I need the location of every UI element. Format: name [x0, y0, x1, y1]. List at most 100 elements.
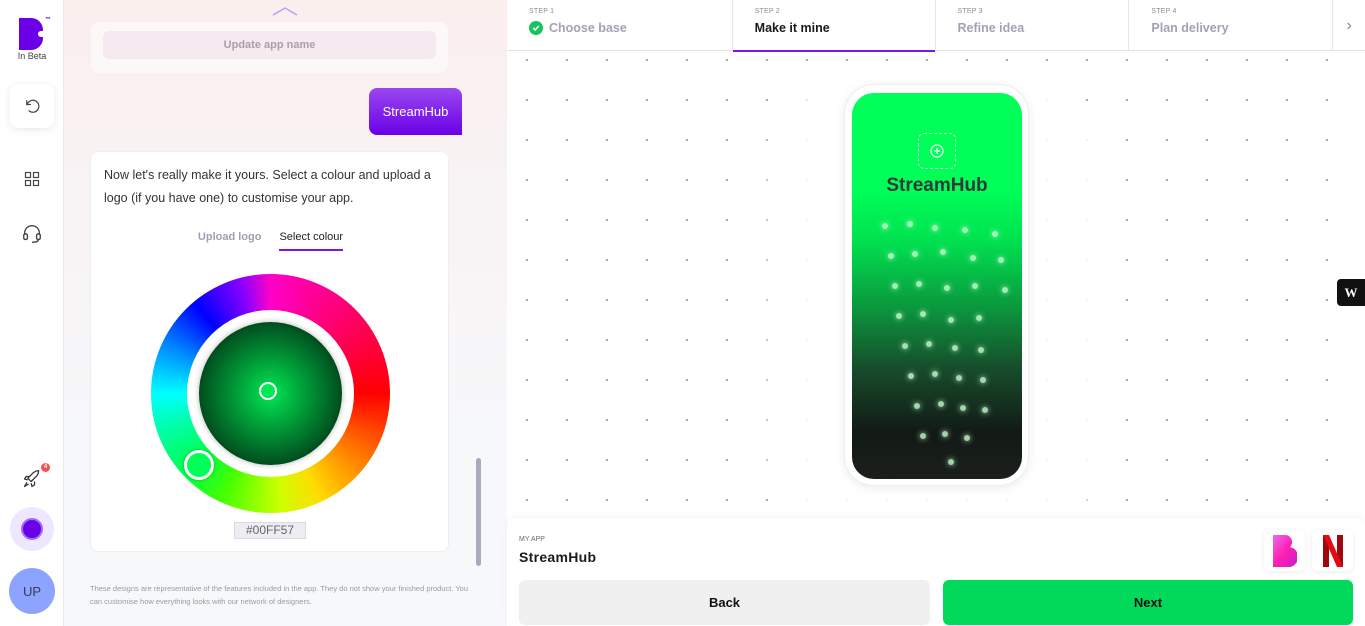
app-splash-screen: StreamHub	[852, 93, 1022, 479]
undo-icon	[26, 99, 40, 113]
user-message-bubble: StreamHub	[369, 88, 462, 135]
light-spot	[1002, 287, 1008, 293]
step-number: STEP 4	[1151, 8, 1177, 15]
tab-select-colour[interactable]: Select colour	[279, 231, 344, 251]
netflix-brand-tile	[1312, 530, 1353, 571]
hue-handle[interactable]	[184, 449, 215, 480]
light-spot	[960, 405, 966, 411]
footer-panel: MY APP StreamHub Back Next	[507, 518, 1365, 626]
user-avatar[interactable]: UP	[9, 568, 55, 614]
light-spot	[882, 223, 888, 229]
app-name-card: Update app name	[91, 22, 448, 73]
preview-canvas: StreamHub	[507, 52, 1365, 542]
step-number: STEP 1	[529, 8, 555, 15]
phone-mockup: StreamHub	[844, 84, 1029, 486]
light-spot	[902, 343, 908, 349]
light-spot	[956, 375, 962, 381]
light-spot	[962, 227, 968, 233]
light-spot	[938, 401, 944, 407]
next-button[interactable]: Next	[943, 580, 1353, 625]
background-image	[852, 213, 1022, 479]
light-spot	[892, 283, 898, 289]
light-spot	[972, 283, 978, 289]
chevron-up-icon[interactable]	[272, 6, 298, 16]
step-number: STEP 3	[957, 8, 983, 15]
step-title: Choose base	[549, 21, 627, 35]
builder-logo[interactable]: ™	[19, 17, 51, 50]
step-title: Refine idea	[957, 21, 1025, 35]
chat-panel: Update app name StreamHub Now let's real…	[64, 0, 507, 626]
light-spot	[888, 253, 894, 259]
builder-logo-icon	[19, 18, 44, 50]
hue-wheel[interactable]	[151, 274, 390, 513]
step-plan-delivery[interactable]: STEP 4 Plan delivery	[1129, 0, 1334, 51]
main-area: STEP 1 Choose base STEP 2 Make it mine S…	[507, 0, 1365, 626]
light-spot	[916, 281, 922, 287]
light-spot	[944, 285, 950, 291]
light-spot	[964, 435, 970, 441]
light-spot	[940, 249, 946, 255]
preview-app-name: StreamHub	[886, 175, 988, 196]
add-circle-icon	[930, 144, 944, 158]
light-spot	[896, 313, 902, 319]
support-button[interactable]	[20, 221, 44, 245]
grid-icon	[24, 171, 40, 187]
color-swatch	[21, 518, 43, 540]
step-refine-idea[interactable]: STEP 3 Refine idea	[936, 0, 1130, 51]
netflix-n-icon	[1322, 534, 1343, 567]
builder-brand-tile	[1264, 530, 1305, 571]
light-spot	[914, 403, 920, 409]
dashboard-button[interactable]	[20, 167, 44, 191]
saturation-brightness-disc[interactable]	[199, 322, 342, 465]
light-spot	[932, 225, 938, 231]
my-app-name: StreamHub	[519, 549, 597, 565]
update-app-name-button[interactable]: Update app name	[103, 31, 436, 59]
logo-placeholder[interactable]	[918, 133, 956, 169]
light-spot	[920, 311, 926, 317]
light-spot	[920, 433, 926, 439]
light-spot	[980, 377, 986, 383]
builder-b-icon	[1272, 534, 1297, 567]
my-app-label: MY APP	[519, 536, 545, 543]
step-choose-base[interactable]: STEP 1 Choose base	[507, 0, 733, 51]
headset-icon	[23, 225, 41, 243]
assistant-message-text: Now let's really make it yours. Select a…	[104, 168, 431, 205]
customise-tabs: Upload logo Select colour	[91, 231, 450, 251]
light-spot	[976, 315, 982, 321]
notification-badge: 4	[41, 463, 50, 472]
trademark: ™	[45, 17, 51, 23]
light-spot	[932, 371, 938, 377]
back-button[interactable]: Back	[519, 580, 930, 625]
light-spot	[978, 347, 984, 353]
undo-button[interactable]	[10, 84, 54, 128]
webflow-icon[interactable]: W	[1337, 279, 1365, 306]
shade-marker[interactable]	[259, 382, 277, 400]
chat-scrollbar[interactable]	[476, 458, 481, 566]
light-spot	[948, 317, 954, 323]
rocket-icon	[23, 470, 40, 488]
assistant-message-card: Now let's really make it yours. Select a…	[90, 151, 449, 552]
step-make-it-mine[interactable]: STEP 2 Make it mine	[732, 0, 936, 52]
tab-upload-logo[interactable]: Upload logo	[198, 231, 262, 251]
disclaimer-text: These designs are representative of the …	[90, 584, 469, 606]
theme-color-button[interactable]	[10, 507, 54, 551]
light-spot	[998, 257, 1004, 263]
light-spot	[948, 459, 954, 465]
step-number: STEP 2	[754, 8, 780, 15]
hex-color-input[interactable]: #00FF57	[234, 522, 306, 539]
light-spot	[992, 231, 998, 237]
beta-label: In Beta	[17, 51, 47, 61]
light-spot	[926, 341, 932, 347]
check-circle-icon	[529, 21, 543, 35]
step-navigation: STEP 1 Choose base STEP 2 Make it mine S…	[507, 0, 1365, 52]
light-spot	[942, 431, 948, 437]
light-spot	[912, 251, 918, 257]
light-spot	[970, 255, 976, 261]
left-rail: ™ In Beta 4 UP	[0, 0, 64, 626]
light-spot	[952, 345, 958, 351]
light-spot	[908, 373, 914, 379]
light-spot	[982, 407, 988, 413]
chevron-right-icon[interactable]: ›	[1333, 0, 1365, 51]
launch-button[interactable]	[20, 467, 44, 491]
light-spot	[907, 221, 913, 227]
